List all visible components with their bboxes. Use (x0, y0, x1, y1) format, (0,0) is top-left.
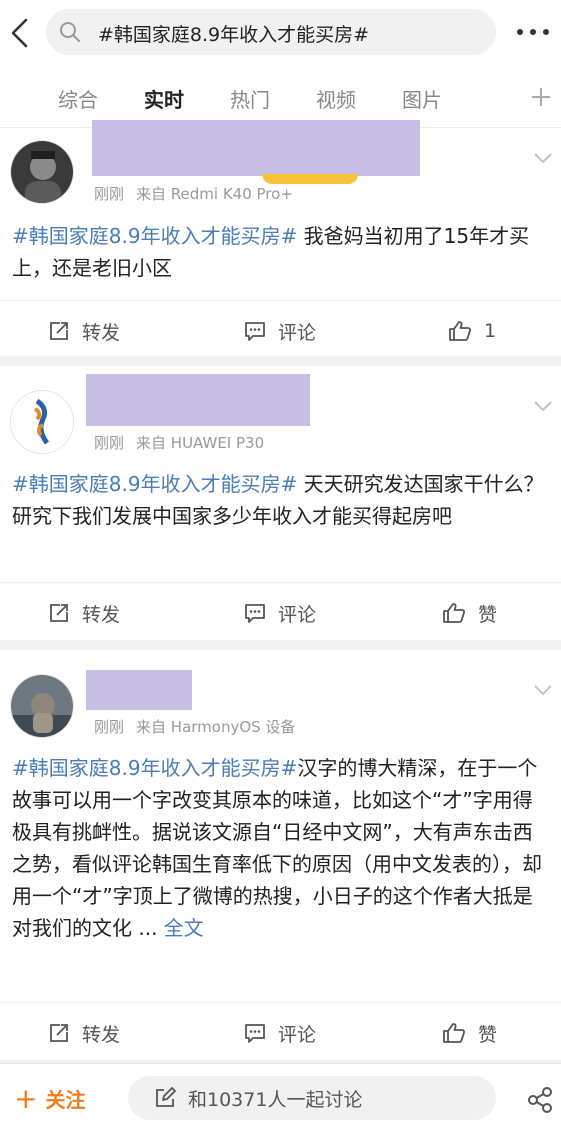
repost-button[interactable]: 转发 (48, 1003, 120, 1063)
post-source: 来自 Redmi K40 Pro+ (136, 185, 293, 203)
search-icon (58, 20, 82, 44)
comment-label: 评论 (278, 603, 317, 626)
discussion-input[interactable]: 和10371人一起讨论 (128, 1076, 496, 1120)
like-label: 赞 (478, 603, 498, 626)
hashtag-link[interactable]: #韩国家庭8.9年收入才能买房# (12, 472, 297, 496)
thumbs-up-icon (443, 1023, 466, 1043)
like-button[interactable]: 1 (448, 301, 496, 361)
avatar[interactable] (10, 140, 74, 204)
search-query: #韩国家庭8.9年收入才能买房# (98, 24, 370, 46)
thumbs-up-icon (443, 603, 466, 623)
back-icon[interactable] (6, 14, 34, 52)
plus-icon: + (14, 1081, 38, 1115)
hashtag-link[interactable]: #韩国家庭8.9年收入才能买房# (12, 756, 297, 780)
post-meta: 刚刚 来自 HarmonyOS 设备 (94, 716, 295, 737)
chevron-down-icon[interactable] (532, 398, 554, 412)
share-icon[interactable] (526, 1086, 554, 1114)
post-actions: 转发 评论 赞 (0, 582, 561, 642)
username-redacted[interactable] (92, 120, 420, 176)
chevron-down-icon[interactable] (532, 150, 554, 164)
comment-label: 评论 (278, 321, 317, 344)
repost-icon (50, 604, 68, 622)
post-body: 汉字的博大精深，在于一个故事可以用一个字改变其原本的味道，比如这个“才”字用得极… (12, 756, 542, 940)
tab-bar: 综合 实时 热门 视频 图片 (0, 66, 561, 128)
repost-icon (50, 1024, 68, 1042)
tab-realtime[interactable]: 实时 (144, 84, 184, 113)
follow-button[interactable]: + 关注 (14, 1084, 85, 1113)
thumbs-up-icon (449, 321, 472, 341)
more-icon[interactable] (512, 22, 554, 42)
repost-label: 转发 (82, 1023, 121, 1046)
like-button[interactable]: 赞 (442, 583, 497, 643)
post-source: 来自 HarmonyOS 设备 (136, 718, 296, 736)
post-source: 来自 HUAWEI P30 (136, 434, 265, 452)
post-card: 刚刚 来自 Redmi K40 Pro+ #韩国家庭8.9年收入才能买房# 我爸妈… (0, 120, 561, 356)
add-tab-icon[interactable] (530, 86, 552, 108)
search-input[interactable]: #韩国家庭8.9年收入才能买房# (46, 9, 496, 55)
tab-video[interactable]: 视频 (316, 84, 356, 113)
like-label: 赞 (478, 1023, 498, 1046)
edit-icon (156, 1087, 176, 1107)
tab-images[interactable]: 图片 (402, 84, 442, 113)
comment-button[interactable]: 评论 (244, 301, 316, 361)
comment-icon (245, 604, 265, 623)
repost-button[interactable]: 转发 (48, 583, 120, 643)
repost-button[interactable]: 转发 (48, 301, 120, 361)
repost-label: 转发 (82, 321, 121, 344)
post-time: 刚刚 (94, 185, 125, 203)
top-bar: #韩国家庭8.9年收入才能买房# (0, 0, 561, 66)
post-meta: 刚刚 来自 Redmi K40 Pro+ (94, 183, 293, 204)
post-card: 刚刚 来自 HUAWEI P30 #韩国家庭8.9年收入才能买房# 天天研究发达国… (0, 366, 561, 640)
like-button[interactable]: 赞 (442, 1003, 497, 1063)
comment-icon (245, 1024, 265, 1043)
like-count: 1 (484, 320, 497, 342)
comment-icon (245, 322, 265, 341)
discussion-placeholder: 和10371人一起讨论 (188, 1088, 363, 1111)
post-meta: 刚刚 来自 HUAWEI P30 (94, 432, 264, 453)
username-redacted[interactable] (86, 670, 192, 710)
tab-comprehensive[interactable]: 综合 (58, 84, 98, 113)
tab-hot[interactable]: 热门 (230, 84, 270, 113)
post-card: 刚刚 来自 HarmonyOS 设备 #韩国家庭8.9年收入才能买房#汉字的博大精… (0, 650, 561, 1060)
avatar[interactable] (10, 390, 74, 454)
comment-label: 评论 (278, 1023, 317, 1046)
post-actions: 转发 评论 1 (0, 300, 561, 360)
full-text-link[interactable]: 全文 (164, 916, 204, 940)
chevron-down-icon[interactable] (532, 682, 554, 696)
comment-button[interactable]: 评论 (244, 583, 316, 643)
repost-icon (50, 322, 68, 340)
post-text: #韩国家庭8.9年收入才能买房#汉字的博大精深，在于一个故事可以用一个字改变其原… (12, 752, 552, 944)
repost-label: 转发 (82, 603, 121, 626)
bottom-bar: + 关注 和10371人一起讨论 (0, 1063, 561, 1133)
post-time: 刚刚 (94, 434, 125, 452)
post-actions: 转发 评论 赞 (0, 1002, 561, 1062)
post-text: #韩国家庭8.9年收入才能买房# 天天研究发达国家干什么？研究下我们发展中国家多… (12, 468, 552, 532)
post-text: #韩国家庭8.9年收入才能买房# 我爸妈当初用了15年才买上，还是老旧小区 (12, 220, 552, 284)
comment-button[interactable]: 评论 (244, 1003, 316, 1063)
avatar[interactable] (10, 674, 74, 738)
username-redacted[interactable] (86, 374, 310, 426)
follow-label: 关注 (45, 1088, 86, 1112)
hashtag-link[interactable]: #韩国家庭8.9年收入才能买房# (12, 224, 297, 248)
post-time: 刚刚 (94, 718, 125, 736)
